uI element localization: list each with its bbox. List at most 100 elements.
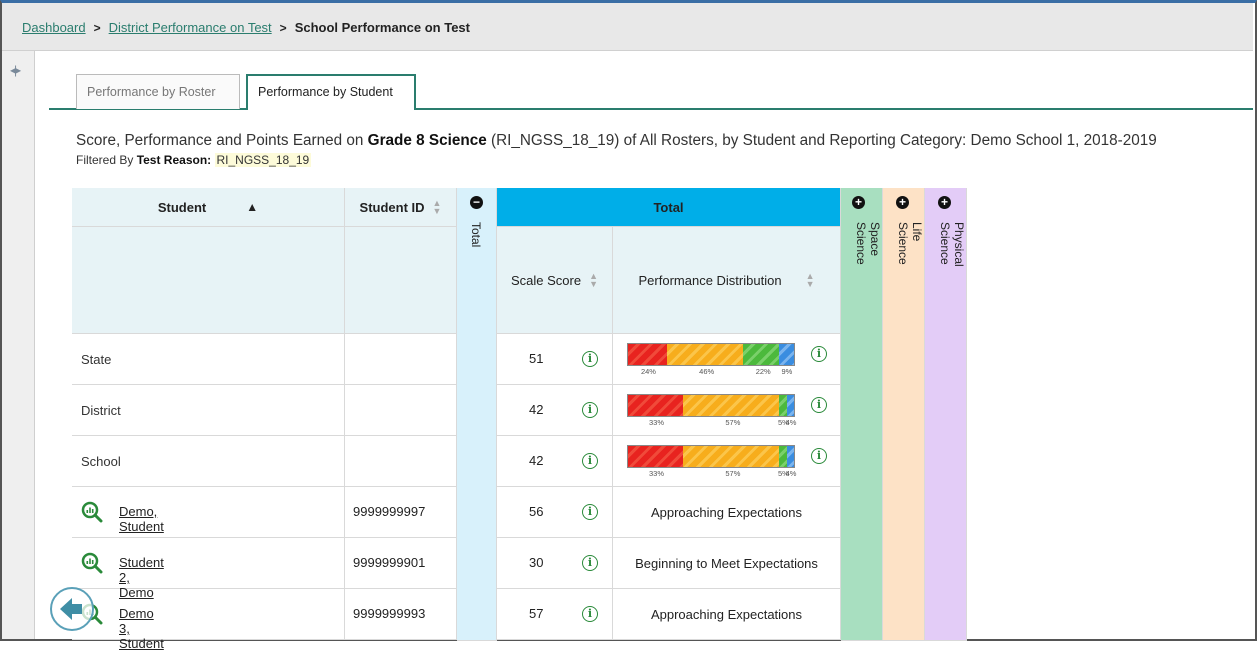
student-id-cell: [345, 334, 457, 385]
distribution-segment: [628, 344, 668, 365]
performance-distribution-header[interactable]: Performance Distribution ▲ ▼: [613, 227, 841, 334]
student-header-label: Student: [157, 199, 207, 215]
distribution-percent-label: 57%: [725, 418, 741, 427]
performance-distribution-bar: [627, 394, 795, 417]
scale-score-value: 30: [529, 555, 544, 570]
performance-level-cell: Approaching Expectations: [613, 589, 841, 640]
info-icon[interactable]: i: [582, 555, 598, 571]
scale-score-value: 57: [529, 606, 544, 621]
breadcrumb-current: School Performance on Test: [294, 20, 470, 35]
distribution-segment: [683, 395, 779, 416]
total-collapsed-column: [457, 188, 497, 641]
performance-level-cell: Approaching Expectations: [613, 487, 841, 538]
sort-icon[interactable]: ▲ ▼: [589, 272, 598, 289]
page-title: Score, Performance and Points Earned on …: [76, 132, 1157, 150]
distribution-percent-label: 9%: [781, 367, 793, 376]
student-id-cell: [345, 436, 457, 487]
total-header-label: Total: [653, 199, 684, 215]
scale-score-value: 42: [529, 402, 544, 417]
expand-icon[interactable]: +: [896, 196, 909, 209]
student-id-column-header[interactable]: Student ID ▲ ▼: [345, 188, 457, 227]
distribution-percent-label: 4%: [785, 418, 797, 427]
info-icon[interactable]: i: [582, 504, 598, 520]
student-id-header-label: Student ID: [359, 199, 425, 215]
aggregate-row-label: District: [72, 385, 345, 436]
chevron-right-icon: >: [279, 21, 287, 35]
filter-key: Test Reason:: [136, 153, 212, 167]
breadcrumb-dashboard-link[interactable]: Dashboard: [22, 20, 86, 35]
info-icon[interactable]: i: [582, 453, 598, 469]
breadcrumb-district-link[interactable]: District Performance on Test: [109, 20, 272, 35]
distribution-segment: [778, 395, 788, 416]
tab-performance-by-roster[interactable]: Performance by Roster: [76, 74, 240, 109]
aggregate-row-label: School: [72, 436, 345, 487]
student-subheader: [72, 227, 345, 334]
info-icon[interactable]: i: [811, 448, 827, 464]
sort-icon[interactable]: ▲ ▼: [433, 199, 442, 216]
scale-score-value: 56: [529, 504, 544, 519]
tab-performance-by-student[interactable]: Performance by Student: [246, 74, 416, 110]
student-id-value: 9999999993: [353, 606, 426, 621]
title-prefix: Score, Performance and Points Earned on: [76, 132, 368, 149]
distribution-percent-label: 33%: [649, 469, 665, 478]
performance-distribution-label: Performance Distribution: [638, 272, 782, 288]
info-icon[interactable]: i: [582, 606, 598, 622]
distribution-segment: [628, 395, 684, 416]
info-icon[interactable]: i: [582, 351, 598, 367]
distribution-segment: [683, 446, 779, 467]
back-button[interactable]: [50, 587, 94, 631]
distribution-percent-label: 46%: [699, 367, 715, 376]
scale-score-value: 51: [529, 351, 544, 366]
student-column-header[interactable]: Student ▲: [72, 188, 345, 227]
total-collapsed-label: Total: [469, 222, 483, 248]
filter-line: Filtered By Test Reason: RI_NGSS_18_19: [76, 153, 312, 167]
distribution-segment: [667, 344, 744, 365]
scale-score-header[interactable]: Scale Score ▲ ▼: [497, 227, 613, 334]
chevron-right-icon: >: [93, 21, 101, 35]
title-test: Grade 8 Science: [367, 132, 487, 149]
performance-level-cell: Beginning to Meet Expectations: [613, 538, 841, 589]
student-name-link[interactable]: Demo, Student: [119, 504, 164, 534]
student-report-magnifier-icon[interactable]: [81, 501, 103, 523]
scale-score-value: 42: [529, 453, 544, 468]
distribution-percent-label: 57%: [725, 469, 741, 478]
life-science-label: Life Science: [896, 222, 924, 265]
table-row: [72, 589, 345, 640]
table-row: [72, 487, 345, 538]
breadcrumb-bar: Dashboard > District Performance on Test > S…: [2, 3, 1253, 51]
info-icon[interactable]: i: [811, 397, 827, 413]
distribution-percent-label: 4%: [785, 469, 797, 478]
distribution-percent-label: 24%: [640, 367, 656, 376]
title-suffix: (RI_NGSS_18_19) of All Rosters, by Stude…: [486, 132, 1157, 149]
student-report-magnifier-icon[interactable]: [81, 552, 103, 574]
distribution-percent-label: 33%: [649, 418, 665, 427]
performance-distribution-bar: [627, 343, 795, 366]
performance-distribution-bar: [627, 445, 795, 468]
distribution-segment: [779, 344, 794, 365]
distribution-segment: [628, 446, 684, 467]
back-arrow-icon: [60, 598, 82, 620]
sidebar-toggle-panel: ◂|▸: [2, 51, 35, 639]
expand-icon[interactable]: +: [938, 196, 951, 209]
student-id-subheader: [345, 227, 457, 334]
student-name-link[interactable]: Demo 3, Student: [119, 606, 164, 651]
sort-icon[interactable]: ▲: [246, 201, 258, 213]
table-row: [72, 538, 345, 589]
student-id-value: 9999999901: [353, 555, 426, 570]
info-icon[interactable]: i: [582, 402, 598, 418]
collapse-icon[interactable]: −: [470, 196, 483, 209]
filter-label: Filtered By: [76, 153, 137, 167]
distribution-segment: [778, 446, 788, 467]
total-group-header: Total: [497, 188, 841, 227]
info-icon[interactable]: i: [811, 346, 827, 362]
sort-icon[interactable]: ▲ ▼: [806, 272, 815, 289]
distribution-segment: [787, 395, 794, 416]
expand-icon[interactable]: +: [852, 196, 865, 209]
distribution-percent-label: 22%: [755, 367, 771, 376]
physical-science-label: Physical Science: [938, 222, 966, 267]
filter-value: RI_NGSS_18_19: [214, 153, 312, 167]
distribution-segment: [743, 344, 780, 365]
scale-score-label: Scale Score: [510, 272, 582, 288]
aggregate-row-label: State: [72, 334, 345, 385]
expand-collapse-icon[interactable]: ◂|▸: [10, 63, 21, 77]
